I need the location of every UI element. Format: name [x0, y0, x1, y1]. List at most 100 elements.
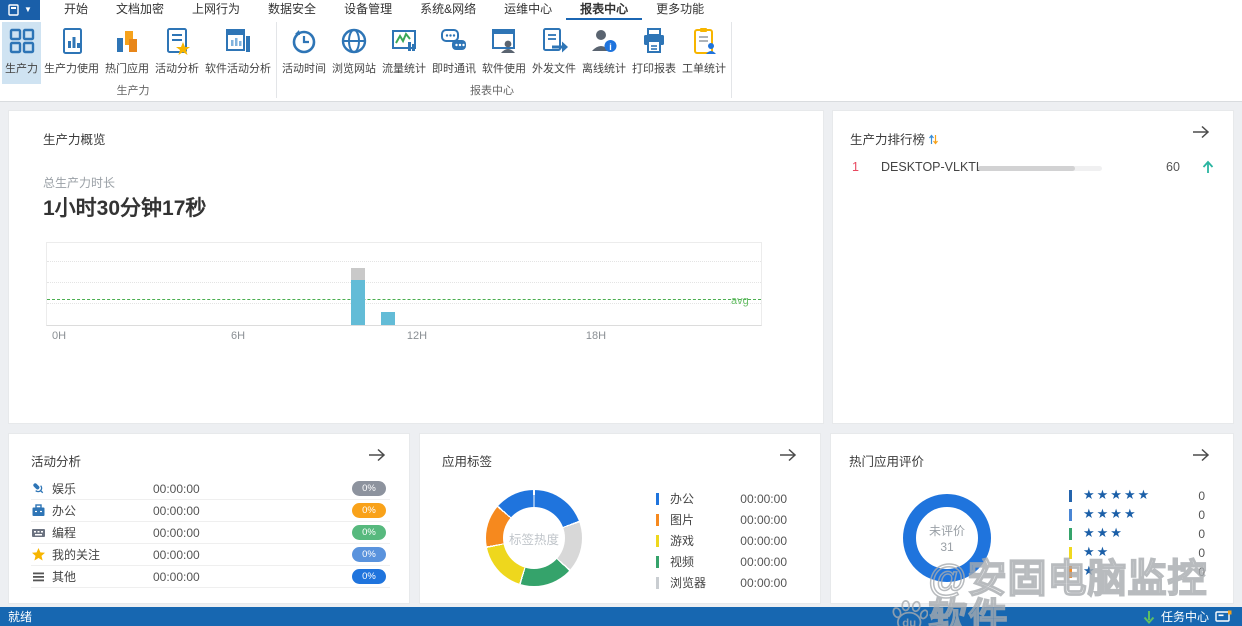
toolbar-offline-stats[interactable]: i 离线统计	[579, 22, 629, 84]
microphone-icon	[31, 481, 46, 496]
activity-row-office[interactable]: 办公 00:00:00 0%	[31, 500, 390, 522]
legend-tick	[656, 513, 659, 526]
window-chart-icon	[226, 29, 250, 52]
panel-title: 活动分析	[31, 455, 82, 469]
go-to-ranking-arrow-icon[interactable]	[1191, 125, 1211, 144]
percent-badge: 0%	[352, 569, 386, 584]
clock-icon	[292, 30, 316, 54]
panel-productivity-overview: 生产力概览 总生产力时长 1小时30分钟17秒 avg 0H6H12H18H 高…	[8, 110, 824, 512]
panel-title: 生产力排行榜	[850, 129, 938, 148]
star-icons: ★★	[1083, 545, 1111, 560]
toolbar-ticket-stats[interactable]: 工单统计	[679, 22, 729, 84]
toolbar-group-label-report-center: 报表中心	[470, 85, 514, 97]
window-icon	[8, 4, 19, 16]
menu-tab-start[interactable]: 开始	[50, 0, 102, 20]
star-icons: ★	[1083, 564, 1097, 579]
tag-row-video: 视频 00:00:00	[656, 551, 787, 572]
task-center-link[interactable]: 任务中心	[1161, 608, 1209, 625]
legend-tick	[656, 534, 659, 547]
activity-row-programming[interactable]: 编程 00:00:00 0%	[31, 522, 390, 544]
toolbar-hot-apps[interactable]: 热门应用	[102, 22, 152, 84]
tag-row-pictures: 图片 00:00:00	[656, 509, 787, 530]
bar-segment-未定义	[351, 279, 366, 325]
activity-row-other[interactable]: 其他 00:00:00 0%	[31, 566, 390, 588]
doc-star-icon	[167, 28, 190, 55]
x-axis-tick: 12H	[406, 330, 428, 342]
tag-row-games: 游戏 00:00:00	[656, 530, 787, 551]
star-icon	[31, 547, 46, 562]
percent-badge: 0%	[352, 547, 386, 562]
trend-up-icon	[1202, 160, 1214, 173]
go-to-app-tags-arrow-icon[interactable]	[778, 448, 798, 467]
rating-row-3-star: ★★★ 0	[1069, 524, 1205, 543]
chat-icon	[441, 29, 466, 50]
total-productivity-label: 总生产力时长	[43, 176, 116, 190]
toolbar-instant-messaging[interactable]: 即时通讯	[429, 22, 479, 84]
chevron-down-icon: ▼	[24, 5, 32, 14]
toolbar-activity-time[interactable]: 活动时间	[279, 22, 329, 84]
activity-rows: 娱乐 00:00:00 0% 办公 00:00:00 0% 编程 00:00:0…	[31, 478, 390, 588]
toolbar-productivity[interactable]: 生产力	[2, 22, 41, 84]
toolbar-software-usage[interactable]: 软件使用	[479, 22, 529, 84]
menu-tabs: 开始 文档加密 上网行为 数据安全 设备管理 系统&网络 运维中心 报表中心 更…	[50, 0, 718, 20]
menu-tab-web-behavior[interactable]: 上网行为	[178, 0, 254, 20]
ranking-row[interactable]: 1 DESKTOP-VLKTL... 60	[833, 157, 1233, 179]
app-menu-button[interactable]: ▼	[0, 0, 40, 20]
menu-tab-doc-encrypt[interactable]: 文档加密	[102, 0, 178, 20]
panel-hot-app-ratings: 热门应用评价 未评价 31 ★★★★★ 0 ★★★★ 0 ★★★ 0 ★★ 0 ★ 0	[830, 433, 1234, 604]
tag-legend: 办公 00:00:00 图片 00:00:00 游戏 00:00:00 视频 00:00…	[656, 488, 787, 593]
toolbar-productivity-usage[interactable]: 生产力使用	[41, 22, 102, 84]
ribbon-toolbar: 生产力 生产力使用 热门应用 活动分析 软件活动分析 活动时间 浏览网站 流量统…	[0, 20, 1242, 102]
printer-icon	[644, 28, 664, 53]
x-axis-tick: 6H	[230, 330, 246, 342]
panel-productivity-ranking: 生产力排行榜 1 DESKTOP-VLKTL... 60	[832, 110, 1234, 424]
chart-x-axis: 0H 6H 12H 18H	[46, 330, 762, 344]
menu-tab-system-network[interactable]: 系统&网络	[406, 0, 490, 20]
status-bar: 就绪 任务中心	[0, 607, 1242, 626]
donut-center-label: 未评价	[928, 524, 965, 538]
toolbar-browse-sites[interactable]: 浏览网站	[329, 22, 379, 84]
tag-row-browser: 浏览器 00:00:00	[656, 572, 787, 593]
panel-app-tags: 应用标签 标签热度 办公 00:00:00 图片 00:00:00 游戏 00:00:…	[419, 433, 821, 604]
rating-row-2-star: ★★ 0	[1069, 543, 1205, 562]
toolbar-group-divider	[731, 22, 732, 98]
toolbar-activity-analysis[interactable]: 活动分析	[152, 22, 202, 84]
menu-bar: ▼ 开始 文档加密 上网行为 数据安全 设备管理 系统&网络 运维中心 报表中心…	[0, 0, 1242, 20]
average-line-label: avg	[731, 294, 749, 307]
percent-badge: 0%	[352, 481, 386, 496]
sort-icon[interactable]	[929, 134, 938, 145]
toolbar-print-report[interactable]: 打印报表	[629, 22, 679, 84]
unrated-donut-chart: 未评价 31	[903, 494, 991, 582]
x-axis-tick: 18H	[585, 330, 607, 342]
total-productivity-value: 1小时30分钟17秒	[43, 197, 207, 220]
go-to-activity-arrow-icon[interactable]	[367, 448, 387, 467]
menu-tab-ops-center[interactable]: 运维中心	[490, 0, 566, 20]
monitor-icon[interactable]	[1215, 610, 1232, 623]
doc-chart-icon	[62, 28, 82, 54]
toolbar-software-activity[interactable]: 软件活动分析	[202, 22, 274, 84]
menu-tab-more[interactable]: 更多功能	[642, 0, 718, 20]
menu-tab-report-center[interactable]: 报表中心	[566, 0, 643, 20]
score-progress-fill	[978, 166, 1075, 171]
toolbar-group-label-productivity: 生产力	[116, 85, 150, 97]
legend-tick	[1069, 489, 1072, 502]
legend-tick	[656, 555, 659, 568]
bar-segment-空闲	[351, 267, 366, 280]
chart-bar	[381, 312, 396, 325]
toolbar-traffic-stats[interactable]: 流量统计	[379, 22, 429, 84]
globe-icon	[341, 28, 367, 54]
bars-icon	[117, 31, 137, 52]
percent-badge: 0%	[352, 503, 386, 518]
average-line	[47, 298, 761, 300]
list-icon	[31, 569, 46, 584]
activity-row-entertainment[interactable]: 娱乐 00:00:00 0%	[31, 478, 390, 500]
status-text: 就绪	[8, 610, 33, 624]
rating-row-1-star: ★ 0	[1069, 562, 1205, 581]
go-to-ratings-arrow-icon[interactable]	[1191, 448, 1211, 467]
menu-tab-data-security[interactable]: 数据安全	[254, 0, 330, 20]
activity-row-my-focus[interactable]: 我的关注 00:00:00 0%	[31, 544, 390, 566]
menu-tab-device-mgmt[interactable]: 设备管理	[330, 0, 406, 20]
score-progress-bar	[978, 166, 1102, 171]
legend-tick	[1069, 527, 1072, 540]
toolbar-outgoing-files[interactable]: 外发文件	[529, 22, 579, 84]
